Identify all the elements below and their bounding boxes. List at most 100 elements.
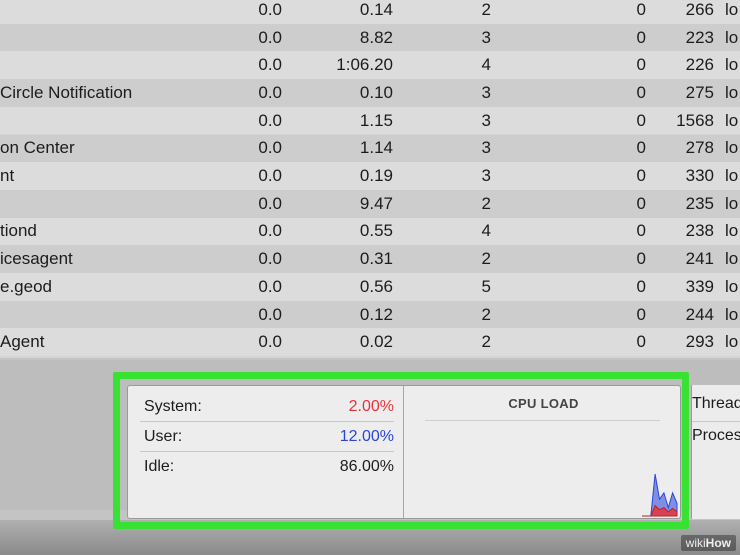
pid-cell: 244 bbox=[685, 304, 714, 324]
process-name-cell: Agent bbox=[0, 332, 45, 352]
cpu-time-cell: 9.47 bbox=[359, 193, 393, 213]
pid-cell: 278 bbox=[685, 138, 714, 158]
process-name-cell: nt bbox=[0, 166, 15, 186]
table-row[interactable]: 0.0 9.47 2 0 235 lo bbox=[0, 189, 740, 218]
table-row[interactable]: Circle Notification 0.0 0.10 3 0 275 lo bbox=[0, 79, 740, 107]
process-name-cell: icesagent bbox=[0, 249, 73, 269]
cpu-time-cell: 0.14 bbox=[359, 0, 393, 19]
process-name-cell: on Center bbox=[0, 138, 75, 158]
pid-cell: 241 bbox=[685, 249, 714, 269]
highlight-frame bbox=[113, 372, 689, 529]
threads-cell: 2 bbox=[481, 332, 491, 352]
table-row[interactable]: 0.0 1:06.20 4 0 226 lo bbox=[0, 51, 740, 80]
user-cell: lo bbox=[725, 166, 739, 186]
pid-cell: 235 bbox=[685, 193, 714, 213]
pid-cell: 238 bbox=[685, 221, 714, 241]
cpu-percent-cell: 0.0 bbox=[258, 249, 282, 269]
user-cell: lo bbox=[725, 304, 739, 324]
threads-cell: 2 bbox=[481, 249, 491, 269]
cpu-percent-cell: 0.0 bbox=[258, 138, 282, 158]
threads-cell: 3 bbox=[481, 166, 491, 186]
idle-wakeups-cell: 0 bbox=[636, 82, 646, 102]
user-cell: lo bbox=[725, 249, 739, 269]
table-row[interactable]: 0.0 1.15 3 0 1568 lo bbox=[0, 106, 740, 135]
cpu-percent-cell: 0.0 bbox=[258, 276, 282, 296]
side-separator bbox=[692, 421, 740, 422]
threads-cell: 3 bbox=[481, 82, 491, 102]
watermark-suffix: How bbox=[705, 536, 731, 550]
idle-wakeups-cell: 0 bbox=[636, 55, 646, 75]
user-cell: lo bbox=[725, 193, 739, 213]
user-cell: lo bbox=[725, 27, 739, 47]
idle-wakeups-cell: 0 bbox=[636, 138, 646, 158]
idle-wakeups-cell: 0 bbox=[636, 249, 646, 269]
cpu-time-cell: 0.55 bbox=[359, 221, 393, 241]
table-row[interactable]: Agent 0.0 0.02 2 0 293 lo bbox=[0, 328, 740, 357]
cpu-percent-cell: 0.0 bbox=[258, 332, 282, 352]
threads-cell: 2 bbox=[481, 304, 491, 324]
cpu-time-cell: 0.31 bbox=[359, 249, 393, 269]
cpu-time-cell: 1.14 bbox=[359, 138, 393, 158]
table-row[interactable]: icesagent 0.0 0.31 2 0 241 lo bbox=[0, 245, 740, 273]
process-name-cell: e.geod bbox=[0, 276, 52, 296]
cpu-time-cell: 0.10 bbox=[359, 82, 393, 102]
cpu-percent-cell: 0.0 bbox=[258, 221, 282, 241]
pid-cell: 293 bbox=[685, 332, 714, 352]
pid-cell: 266 bbox=[685, 0, 714, 19]
idle-wakeups-cell: 0 bbox=[636, 166, 646, 186]
process-name-cell: Circle Notification bbox=[0, 82, 133, 102]
cpu-percent-cell: 0.0 bbox=[258, 110, 282, 130]
idle-wakeups-cell: 0 bbox=[636, 276, 646, 296]
user-cell: lo bbox=[725, 55, 739, 75]
pid-cell: 275 bbox=[685, 82, 714, 102]
table-row[interactable]: 0.0 0.14 2 0 266 lo bbox=[0, 0, 740, 24]
pid-cell: 223 bbox=[685, 27, 714, 47]
idle-wakeups-cell: 0 bbox=[636, 110, 646, 130]
table-row[interactable]: on Center 0.0 1.14 3 0 278 lo bbox=[0, 134, 740, 163]
idle-wakeups-cell: 0 bbox=[636, 27, 646, 47]
pid-cell: 226 bbox=[685, 55, 714, 75]
process-name-cell: tiond bbox=[0, 221, 37, 241]
user-cell: lo bbox=[725, 276, 739, 296]
user-cell: lo bbox=[725, 138, 739, 158]
cpu-percent-cell: 0.0 bbox=[258, 193, 282, 213]
threads-cell: 2 bbox=[481, 193, 491, 213]
side-labels: Threads: Processes: bbox=[691, 385, 740, 519]
threads-cell: 3 bbox=[481, 110, 491, 130]
cpu-percent-cell: 0.0 bbox=[258, 82, 282, 102]
user-cell: lo bbox=[725, 0, 739, 19]
idle-wakeups-cell: 0 bbox=[636, 304, 646, 324]
cpu-time-cell: 0.56 bbox=[359, 276, 393, 296]
pid-cell: 1568 bbox=[676, 110, 714, 130]
processes-label: Processes: bbox=[692, 427, 740, 444]
table-row[interactable]: tiond 0.0 0.55 4 0 238 lo bbox=[0, 217, 740, 246]
process-table: 0.0 0.14 2 0 266 lo 0.0 8.82 3 0 223 lo 0.0 1:06.20 4 0… bbox=[0, 0, 740, 358]
threads-cell: 4 bbox=[481, 221, 491, 241]
threads-cell: 5 bbox=[481, 276, 491, 296]
cpu-percent-cell: 0.0 bbox=[258, 304, 282, 324]
idle-wakeups-cell: 0 bbox=[636, 332, 646, 352]
watermark-prefix: wiki bbox=[685, 536, 706, 550]
table-row[interactable]: e.geod 0.0 0.56 5 0 339 lo bbox=[0, 273, 740, 301]
user-cell: lo bbox=[725, 221, 739, 241]
cpu-percent-cell: 0.0 bbox=[258, 166, 282, 186]
threads-label: Threads: bbox=[692, 395, 740, 412]
cpu-percent-cell: 0.0 bbox=[258, 27, 282, 47]
cpu-time-cell: 8.82 bbox=[359, 27, 393, 47]
cpu-time-cell: 0.19 bbox=[359, 166, 393, 186]
cpu-time-cell: 0.02 bbox=[359, 332, 393, 352]
threads-cell: 3 bbox=[481, 27, 491, 47]
table-row[interactable]: 0.0 0.12 2 0 244 lo bbox=[0, 300, 740, 329]
cpu-time-cell: 1:06.20 bbox=[336, 55, 393, 75]
table-row[interactable]: 0.0 8.82 3 0 223 lo bbox=[0, 23, 740, 52]
pid-cell: 330 bbox=[685, 166, 714, 186]
pid-cell: 339 bbox=[685, 276, 714, 296]
threads-cell: 4 bbox=[481, 55, 491, 75]
user-cell: lo bbox=[725, 82, 739, 102]
cpu-time-cell: 1.15 bbox=[359, 110, 393, 130]
table-row[interactable]: nt 0.0 0.19 3 0 330 lo bbox=[0, 162, 740, 190]
idle-wakeups-cell: 0 bbox=[636, 193, 646, 213]
cpu-percent-cell: 0.0 bbox=[258, 55, 282, 75]
user-cell: lo bbox=[725, 332, 739, 352]
threads-cell: 3 bbox=[481, 138, 491, 158]
